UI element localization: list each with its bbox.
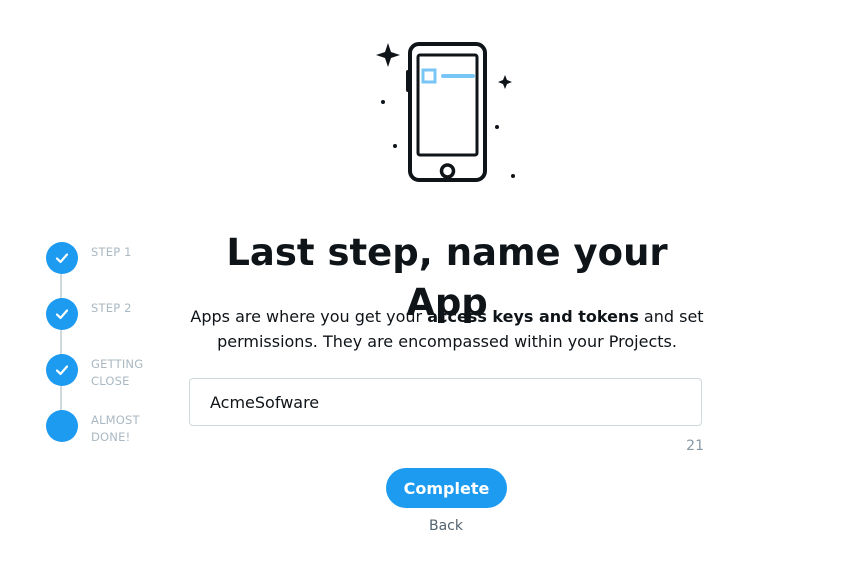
checkmark-icon <box>55 309 69 320</box>
step-current-dot <box>46 410 78 442</box>
step-label: GETTING CLOSE <box>91 357 144 388</box>
step-label: ALMOST DONE! <box>91 413 140 444</box>
step-almost-done: ALMOST DONE! <box>46 410 196 450</box>
description-text: Apps are where you get your access keys … <box>190 304 704 354</box>
step-label: STEP 2 <box>91 301 132 315</box>
step-label: STEP 1 <box>91 245 132 259</box>
checkmark-icon <box>55 253 69 264</box>
step-getting-close: GETTING CLOSE <box>46 354 196 394</box>
app-name-field <box>189 378 702 426</box>
step-complete-dot <box>46 298 78 330</box>
step-1: STEP 1 <box>46 242 196 282</box>
character-counter: 21 <box>686 438 704 454</box>
step-complete-dot <box>46 242 78 274</box>
step-complete-dot <box>46 354 78 386</box>
smartphone-illustration-icon <box>376 42 515 182</box>
progress-stepper: STEP 1 STEP 2 GETTING CLOSE ALMOST DONE! <box>40 240 190 460</box>
description-bold: access keys and tokens <box>427 307 639 326</box>
back-link[interactable]: Back <box>396 518 496 534</box>
app-name-input[interactable] <box>190 379 701 425</box>
complete-button[interactable]: Complete <box>386 468 507 508</box>
checkmark-icon <box>55 365 69 376</box>
stepper-connector <box>60 260 62 428</box>
description-pre: Apps are where you get your <box>190 307 428 326</box>
step-2: STEP 2 <box>46 298 196 338</box>
